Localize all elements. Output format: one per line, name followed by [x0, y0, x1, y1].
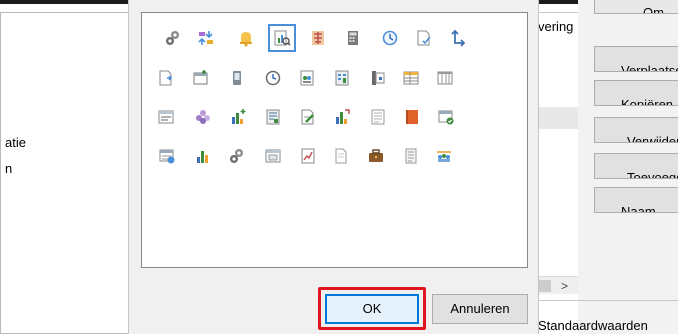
- briefcase-icon[interactable]: [365, 145, 387, 167]
- orange-book-icon[interactable]: [401, 106, 423, 128]
- bell-icon[interactable]: [235, 27, 257, 49]
- document-arrow-icon[interactable]: [155, 67, 177, 89]
- scrollbar-thumb[interactable]: [537, 280, 551, 292]
- door-exit-icon[interactable]: [367, 67, 389, 89]
- line-chart-document-icon[interactable]: [297, 145, 319, 167]
- phone-icon[interactable]: [226, 67, 248, 89]
- notepad-icon[interactable]: [400, 145, 422, 167]
- table-yellow-icon[interactable]: [400, 67, 422, 89]
- ok-button[interactable]: OK: [325, 294, 419, 324]
- purple-flower-icon[interactable]: [192, 106, 214, 128]
- left-panel-text-2: n: [5, 161, 13, 176]
- chinese-character-icon[interactable]: [307, 27, 329, 49]
- side-button-naam[interactable]: Naam: [594, 187, 678, 213]
- sort-arrows-icon[interactable]: [195, 27, 217, 49]
- gears-icon[interactable]: [162, 27, 184, 49]
- cancel-button[interactable]: Annuleren: [432, 294, 528, 324]
- left-panel-text-1: atie: [5, 135, 26, 150]
- form-list-icon[interactable]: [155, 106, 177, 128]
- network-arrow-icon[interactable]: [447, 27, 469, 49]
- calculator-grid-icon[interactable]: [331, 67, 353, 89]
- columns-icon[interactable]: [434, 67, 456, 89]
- document-pen-icon[interactable]: [297, 106, 319, 128]
- table-refresh-icon[interactable]: [156, 145, 178, 167]
- side-button-verplaatsen[interactable]: Verplaatsen: [594, 46, 678, 72]
- side-button-toevoegen[interactable]: Toevoegen: [594, 153, 678, 179]
- calculator-icon[interactable]: [342, 27, 364, 49]
- people-group-icon[interactable]: [433, 145, 455, 167]
- chart-document-icon[interactable]: [268, 24, 296, 52]
- background-bottom-label: Standaardwaarden: [538, 318, 648, 333]
- document-list-icon[interactable]: [262, 106, 284, 128]
- clock-icon[interactable]: [262, 67, 284, 89]
- background-divider: [531, 300, 678, 301]
- document-lines-icon[interactable]: [367, 106, 389, 128]
- table-check-icon[interactable]: [435, 106, 457, 128]
- bar-chart-arrow-icon[interactable]: [331, 106, 353, 128]
- page-icon[interactable]: [330, 145, 352, 167]
- bar-chart-plus-icon[interactable]: [227, 106, 249, 128]
- background-list-text: vering: [538, 19, 574, 34]
- window-list-icon[interactable]: [262, 145, 284, 167]
- side-button-kopieren[interactable]: Kopiëren: [594, 80, 678, 106]
- side-button-verwijderen[interactable]: Verwijderen: [594, 117, 678, 143]
- bar-chart-icon[interactable]: [192, 145, 214, 167]
- document-check-icon[interactable]: [413, 27, 435, 49]
- icon-picker-list[interactable]: [141, 12, 528, 268]
- window-plus-icon[interactable]: [190, 67, 212, 89]
- background-left-panel: atie n: [0, 12, 145, 334]
- scroll-right-arrow-icon[interactable]: >: [561, 277, 568, 295]
- people-document-icon[interactable]: [296, 67, 318, 89]
- clock-refresh-icon[interactable]: [379, 27, 401, 49]
- gears-small-icon[interactable]: [226, 145, 248, 167]
- side-button-om[interactable]: Om: [594, 0, 678, 14]
